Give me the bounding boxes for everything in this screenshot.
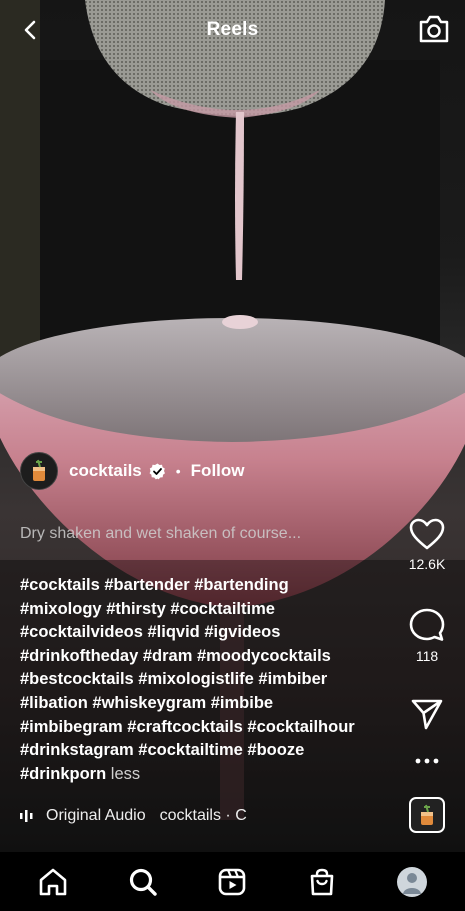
reels-icon [219,868,246,895]
separator-dot: • [175,463,181,479]
camera-button[interactable] [417,12,451,46]
audio-artist: cocktails · C [159,807,247,824]
audio-waveform-icon [20,809,36,823]
share-action[interactable] [406,698,448,730]
home-icon [39,868,67,895]
audio-row[interactable]: Original Audio cocktails · C [20,806,270,826]
page-title: Reels [206,19,259,40]
comment-icon[interactable] [409,608,445,642]
more-options-button[interactable] [406,758,448,764]
verified-badge-icon [149,463,166,480]
hashtag-line-last: #drinkporn less [20,763,400,787]
caption-title: Dry shaken and wet shaken of course... [20,525,302,542]
comment-action[interactable]: 118 [406,608,448,664]
nav-reels[interactable] [210,860,254,904]
cocktail-glass-icon [33,459,45,481]
nav-shop[interactable] [300,860,344,904]
author-username[interactable]: cocktails [69,461,142,481]
hashtag-block: #cocktails #bartender #bartending #mixol… [20,574,400,786]
heart-icon[interactable] [409,518,445,550]
follow-button[interactable]: Follow [191,461,245,481]
nav-home[interactable] [31,860,75,904]
top-bar: Reels [0,0,465,62]
more-horizontal-icon [415,758,439,764]
search-icon [129,868,157,896]
hashtag-line[interactable]: #drinkstagram #cocktailtime #booze [20,739,400,763]
like-count: 12.6K [408,556,446,572]
cocktail-thumbnail-icon [421,804,433,825]
hashtag-line[interactable]: #cocktailvideos #liqvid #igvideos [20,621,400,645]
nav-profile[interactable] [390,860,434,904]
hashtag-line[interactable]: #mixology #thirsty #cocktailtime [20,598,400,622]
bottom-nav [0,852,465,911]
author-avatar[interactable] [20,452,58,490]
camera-icon [419,15,449,43]
profile-avatar-image [403,872,422,894]
hashtag-line[interactable]: #bestcocktails #mixologistlife #imbiber [20,668,400,692]
hashtag-line[interactable]: #imbibegram #craftcocktails #cocktailhou… [20,716,400,740]
like-action[interactable]: 12.6K [406,518,448,572]
audio-thumbnail[interactable] [409,797,445,833]
profile-avatar [397,866,428,897]
audio-label: Original Audio [46,807,146,824]
less-link[interactable]: less [111,765,140,783]
hashtag-line[interactable]: #cocktails #bartender #bartending [20,574,400,598]
hashtag-last[interactable]: #drinkporn [20,765,106,783]
nav-search[interactable] [121,860,165,904]
comment-count: 118 [415,648,439,664]
send-icon[interactable] [410,698,444,730]
author-row: cocktails • Follow [20,452,245,490]
hashtag-line[interactable]: #drinkoftheday #dram #moodycocktails [20,645,400,669]
shop-icon [310,868,334,895]
hashtag-line[interactable]: #libation #whiskeygram #imbibe [20,692,400,716]
